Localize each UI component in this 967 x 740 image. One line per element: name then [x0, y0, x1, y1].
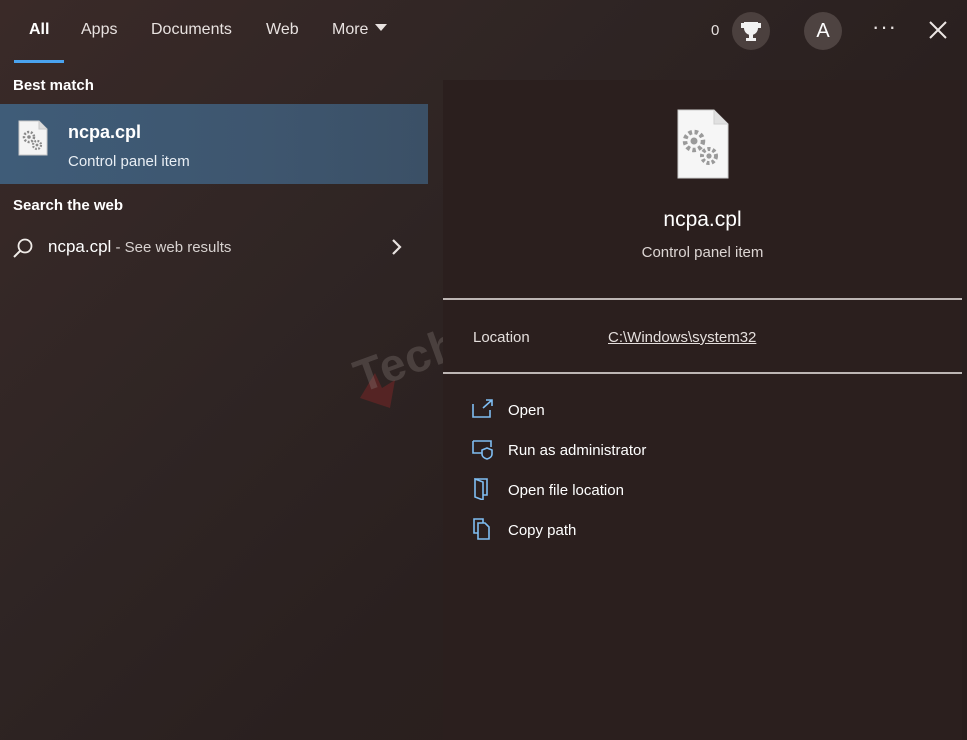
run-as-admin-action[interactable]: Run as administrator	[471, 436, 771, 466]
web-query-text: ncpa.cpl	[48, 237, 112, 256]
best-match-result[interactable]: ncpa.cpl Control panel item	[0, 104, 428, 184]
location-link[interactable]: C:\Windows\system32	[608, 329, 756, 346]
close-button[interactable]	[926, 18, 950, 42]
copy-path-label: Copy path	[508, 522, 577, 539]
open-file-location-action[interactable]: Open file location	[471, 476, 771, 506]
divider	[443, 298, 962, 300]
close-icon	[929, 21, 947, 39]
tab-more-label: More	[332, 21, 369, 38]
run-as-admin-icon	[472, 440, 493, 460]
preview-pane: ncpa.cpl Control panel item Location C:\…	[443, 80, 962, 740]
copy-icon	[473, 518, 490, 540]
control-panel-file-icon	[18, 120, 48, 156]
tab-more[interactable]: More	[332, 21, 388, 39]
tab-web[interactable]: Web	[266, 21, 299, 39]
preview-title: ncpa.cpl	[663, 208, 742, 231]
best-match-heading: Best match	[13, 77, 94, 94]
preview-subtitle: Control panel item	[641, 244, 764, 261]
folder-location-icon	[474, 478, 488, 500]
rewards-button[interactable]	[732, 12, 770, 50]
account-avatar[interactable]: A	[804, 12, 842, 50]
chevron-down-icon	[375, 24, 388, 31]
tab-all[interactable]: All	[29, 21, 49, 39]
best-match-type: Control panel item	[68, 153, 190, 170]
control-panel-file-icon-large	[677, 109, 729, 179]
open-icon	[472, 399, 493, 418]
web-search-result[interactable]: ncpa.cpl - See web results	[0, 224, 428, 270]
trophy-icon	[741, 22, 761, 41]
rewards-points: 0	[711, 22, 720, 39]
open-action-label: Open	[508, 402, 545, 419]
search-top-bar: All Apps Documents Web More 0 A ···	[0, 0, 967, 64]
best-match-name: ncpa.cpl	[68, 122, 142, 142]
search-icon	[13, 238, 33, 258]
tab-apps[interactable]: Apps	[81, 21, 117, 39]
open-file-location-label: Open file location	[508, 482, 624, 499]
chevron-right-icon	[392, 239, 402, 255]
location-label: Location	[473, 329, 530, 346]
more-options-button[interactable]: ···	[872, 14, 897, 40]
search-web-heading: Search the web	[13, 197, 124, 214]
copy-path-action[interactable]: Copy path	[471, 516, 771, 546]
open-action[interactable]: Open	[471, 396, 771, 426]
web-results-hint: - See web results	[111, 239, 232, 256]
active-tab-indicator	[14, 60, 64, 63]
tab-documents[interactable]: Documents	[151, 21, 232, 39]
divider	[443, 372, 962, 374]
run-as-admin-label: Run as administrator	[508, 442, 647, 459]
